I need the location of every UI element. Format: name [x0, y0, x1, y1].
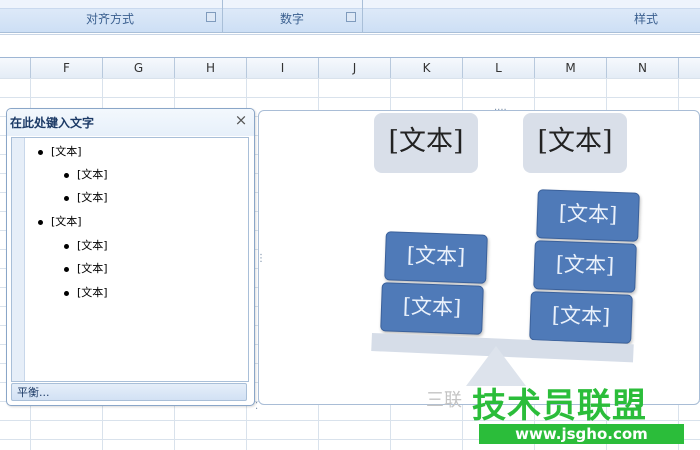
resize-handle-top[interactable]: ····	[494, 106, 507, 116]
column-header-bar: F G H I J K L M N	[0, 57, 700, 79]
ribbon-group-number[interactable]: 数字	[224, 9, 360, 31]
list-item[interactable]: [文本]	[64, 261, 108, 277]
ribbon-group-styles[interactable]: 样式	[364, 9, 700, 31]
smartart-left-box-2[interactable]: [文本]	[380, 282, 484, 335]
bullet-icon	[38, 219, 43, 225]
smartart-right-box-3[interactable]: [文本]	[529, 291, 633, 344]
list-item-label: [文本]	[77, 168, 108, 181]
bullet-icon	[64, 195, 69, 201]
row-header-corner[interactable]	[0, 58, 31, 78]
ribbon-group-styles-label: 样式	[634, 12, 659, 26]
resize-handle-corner[interactable]: ⁚	[255, 402, 258, 412]
divider	[0, 34, 700, 35]
resize-handle-left[interactable]: ⋮	[256, 254, 266, 264]
text-pane-title: 在此处键入文字	[10, 116, 95, 130]
column-header-N[interactable]: N	[607, 58, 679, 78]
list-item[interactable]: [文本]	[64, 167, 108, 183]
list-item[interactable]: [文本]	[38, 214, 82, 230]
column-header-I[interactable]: I	[247, 58, 319, 78]
smartart-right-box-1[interactable]: [文本]	[536, 189, 640, 242]
watermark-brand: 技术员联盟	[472, 386, 647, 426]
list-item-label: [文本]	[77, 239, 108, 252]
watermark-faint-text: 三联	[426, 390, 462, 411]
text-pane-header: 在此处键入文字 ×	[7, 109, 254, 136]
smartart-right-box-2[interactable]: [文本]	[533, 240, 637, 293]
list-item-label: [文本]	[77, 286, 108, 299]
text-pane-footer-link[interactable]: 平衡...	[11, 383, 247, 401]
dialog-launcher-icon[interactable]	[346, 12, 356, 22]
column-header-L[interactable]: L	[463, 58, 535, 78]
smartart-header-left[interactable]: [文本]	[374, 113, 478, 173]
column-header-K[interactable]: K	[391, 58, 463, 78]
dialog-launcher-icon[interactable]	[206, 12, 216, 22]
column-header-G[interactable]: G	[103, 58, 175, 78]
bullet-icon	[64, 243, 69, 249]
bullet-icon	[64, 266, 69, 272]
column-header-J[interactable]: J	[319, 58, 391, 78]
bullet-icon	[64, 172, 69, 178]
smartart-header-right[interactable]: [文本]	[523, 113, 627, 173]
list-item-label: [文本]	[77, 191, 108, 204]
text-pane-margin	[12, 138, 25, 381]
smartart-left-box-1[interactable]: [文本]	[384, 231, 488, 284]
ribbon-top-strip	[0, 0, 700, 9]
list-item-label: [文本]	[51, 145, 82, 158]
formula-area	[0, 33, 700, 57]
column-header-M[interactable]: M	[535, 58, 607, 78]
group-separator	[222, 0, 223, 32]
watermark-url: www.jsgho.com	[479, 424, 684, 444]
list-item-label: [文本]	[77, 262, 108, 275]
column-header-H[interactable]: H	[175, 58, 247, 78]
list-item[interactable]: [文本]	[64, 238, 108, 254]
bullet-icon	[64, 290, 69, 296]
group-separator	[362, 0, 363, 32]
list-item[interactable]: [文本]	[64, 285, 108, 301]
smartart-text-pane: 在此处键入文字 × [文本] [文本] [文本] [文本] [文本] [文本] …	[6, 108, 255, 406]
list-item[interactable]: [文本]	[38, 144, 82, 160]
column-header-F[interactable]: F	[31, 58, 103, 78]
ribbon: 对齐方式 数字 样式	[0, 0, 700, 33]
text-pane-body[interactable]: [文本] [文本] [文本] [文本] [文本] [文本] [文本]	[11, 137, 249, 382]
bullet-icon	[38, 149, 43, 155]
close-icon[interactable]: ×	[234, 112, 248, 128]
list-item-label: [文本]	[51, 215, 82, 228]
ribbon-group-alignment[interactable]: 对齐方式	[0, 9, 220, 31]
list-item[interactable]: [文本]	[64, 190, 108, 206]
